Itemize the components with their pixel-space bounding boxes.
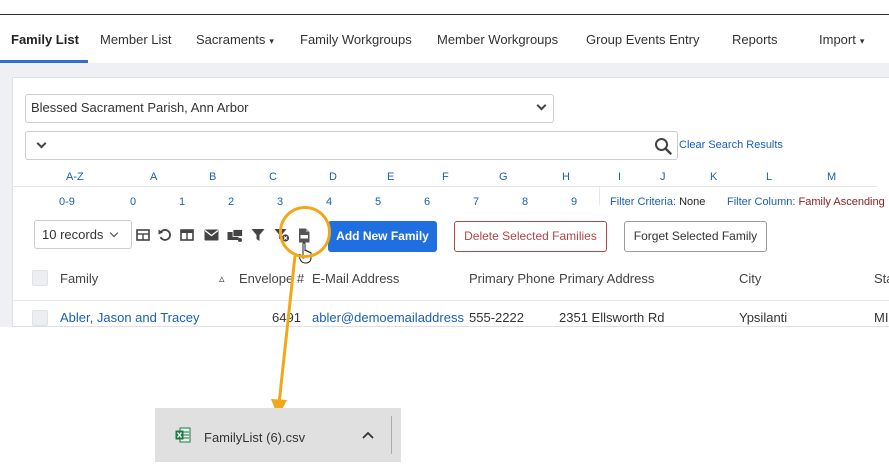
- download-item[interactable]: FamilyList (6).csv: [155, 408, 401, 462]
- excel-file-icon: [175, 427, 191, 443]
- download-divider: [391, 416, 392, 454]
- chevron-up-icon[interactable]: [362, 431, 374, 439]
- annotation-arrow: [271, 255, 297, 417]
- download-filename: FamilyList (6).csv: [204, 430, 306, 445]
